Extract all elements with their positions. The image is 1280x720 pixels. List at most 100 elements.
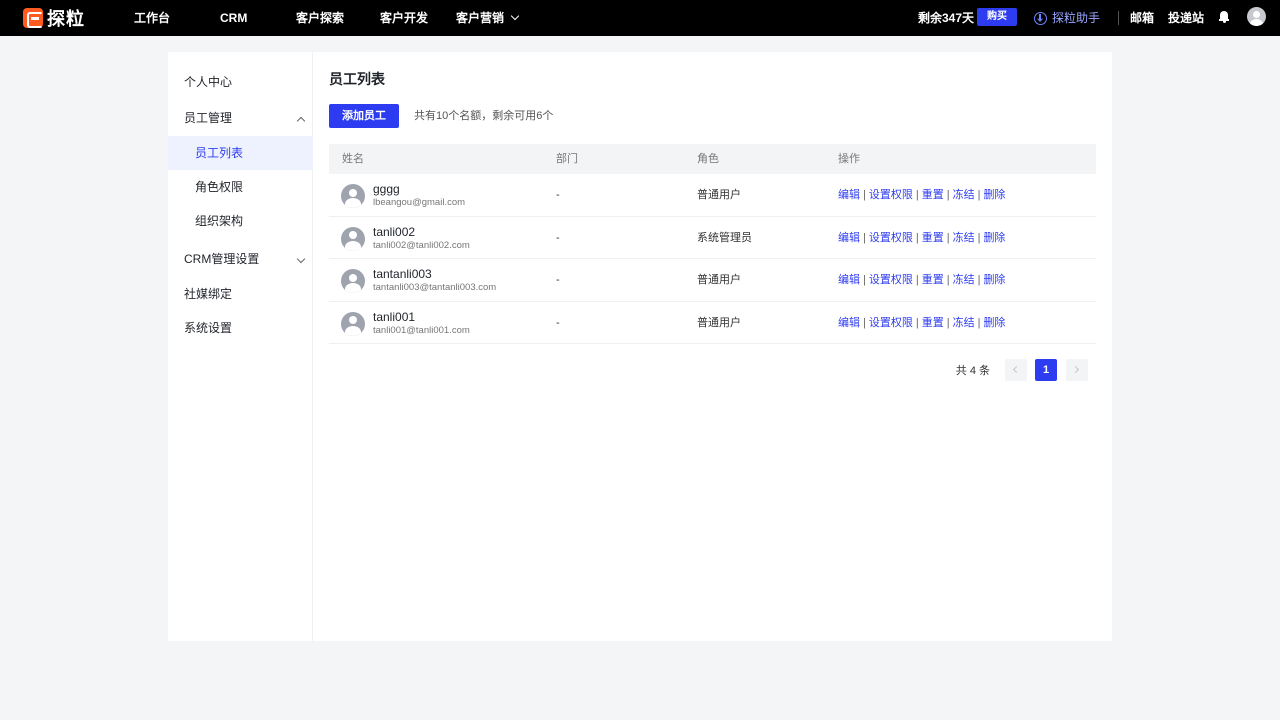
action-separator: | xyxy=(863,189,866,201)
delete-link[interactable]: 删除 xyxy=(983,317,1005,329)
quota-text: 共有10个名额，剩余可用6个 xyxy=(414,110,554,122)
table-row: gggg lbeangou@gmail.com - 普通用户 编辑 | 设置权限 | 重… xyxy=(329,174,1096,217)
sidebar-item-personal-center[interactable]: 个人中心 xyxy=(168,65,313,99)
brand-logo[interactable]: 探粒 xyxy=(23,7,85,29)
next-page-button[interactable] xyxy=(1066,359,1088,381)
row-actions: 编辑 | 设置权限 | 重置 | 冻结 | 删除 xyxy=(838,188,1005,202)
prev-page-button[interactable] xyxy=(1005,359,1027,381)
divider xyxy=(1118,11,1119,25)
nav-customer-explore[interactable]: 客户探索 xyxy=(296,10,344,26)
chevron-down-icon xyxy=(510,11,520,21)
download-icon xyxy=(1034,11,1047,25)
delete-link[interactable]: 删除 xyxy=(983,189,1005,201)
action-separator: | xyxy=(946,189,950,201)
delete-link[interactable]: 删除 xyxy=(983,274,1005,286)
buy-button[interactable]: 购买 xyxy=(977,8,1017,26)
action-separator: | xyxy=(977,316,981,329)
table-row: tantanli003 tantanli003@tantanli003.com … xyxy=(329,259,1096,302)
staff-department: - xyxy=(556,189,560,201)
action-separator: | xyxy=(977,189,981,201)
freeze-link[interactable]: 冻结 xyxy=(953,317,975,329)
nav-workbench[interactable]: 工作台 xyxy=(134,10,170,26)
total-count: 共 4 条 xyxy=(955,365,990,377)
action-separator: | xyxy=(946,316,950,329)
sidebar-item-staff-list[interactable]: 员工列表 xyxy=(168,136,313,170)
action-separator: | xyxy=(915,274,919,286)
sidebar-item-crm-settings[interactable]: CRM管理设置 xyxy=(168,242,313,276)
sidebar-item-org-structure[interactable]: 组织架构 xyxy=(168,204,313,238)
set-permissions-link[interactable]: 设置权限 xyxy=(869,274,913,286)
action-separator: | xyxy=(863,316,866,329)
row-actions: 编辑 | 设置权限 | 重置 | 冻结 | 删除 xyxy=(838,316,1005,330)
action-separator: | xyxy=(915,231,919,244)
nav-customer-develop[interactable]: 客户开发 xyxy=(380,10,428,26)
sidebar-item-label: 组织架构 xyxy=(195,214,244,228)
staff-department: - xyxy=(556,274,560,286)
add-staff-button[interactable]: 添加员工 xyxy=(329,104,399,128)
delete-link[interactable]: 删除 xyxy=(983,232,1005,244)
staff-email: tanli001@tanli001.com xyxy=(373,324,470,336)
staff-name: tanli001 xyxy=(373,309,416,324)
chevron-right-icon xyxy=(1071,365,1080,374)
pagination: 共 4 条 1 xyxy=(329,359,1096,383)
set-permissions-link[interactable]: 设置权限 xyxy=(869,232,913,244)
edit-link[interactable]: 编辑 xyxy=(838,274,860,286)
staff-email: tanli002@tanli002.com xyxy=(373,239,470,251)
edit-link[interactable]: 编辑 xyxy=(838,317,860,329)
top-navigation-bar: 探粒 工作台 CRM 客户探索 客户开发 客户营销 剩余347天 购买 探粒助手… xyxy=(0,0,1280,36)
staff-name: gggg xyxy=(373,182,400,196)
staff-email: tantanli003@tantanli003.com xyxy=(373,282,497,293)
sidebar-item-system-settings[interactable]: 系统设置 xyxy=(168,311,313,345)
staff-email: lbeangou@gmail.com xyxy=(373,197,466,208)
delivery-station-link[interactable]: 投递站 xyxy=(1168,10,1204,26)
subscription-remaining: 剩余347天 xyxy=(918,11,975,25)
staff-table: 姓名 部门 角色 操作 gggg lbeangou@gmail.com - 普通… xyxy=(329,144,1096,344)
reset-link[interactable]: 重置 xyxy=(922,189,944,201)
bell-icon[interactable] xyxy=(1219,11,1229,23)
page-title: 员工列表 xyxy=(329,71,385,87)
column-header-department: 部门 xyxy=(556,153,578,165)
staff-role: 系统管理员 xyxy=(697,231,752,244)
staff-name: tantanli003 xyxy=(373,267,432,281)
avatar xyxy=(341,269,365,293)
staff-department: - xyxy=(556,231,560,244)
set-permissions-link[interactable]: 设置权限 xyxy=(869,189,913,201)
freeze-link[interactable]: 冻结 xyxy=(953,232,975,244)
table-row: tanli001 tanli001@tanli001.com - 普通用户 编辑… xyxy=(329,302,1096,344)
column-header-actions: 操作 xyxy=(838,153,860,165)
assistant-label: 探粒助手 xyxy=(1052,11,1101,25)
row-actions: 编辑 | 设置权限 | 重置 | 冻结 | 删除 xyxy=(838,231,1005,245)
mailbox-link[interactable]: 邮箱 xyxy=(1130,10,1154,26)
reset-link[interactable]: 重置 xyxy=(922,232,944,244)
settings-panel: 个人中心 员工管理 员工列表 角色权限 组织架构 CRM管理设置 社媒绑定 系统… xyxy=(168,52,1112,641)
action-separator: | xyxy=(946,231,950,244)
sidebar-item-label: 员工列表 xyxy=(195,146,244,160)
freeze-link[interactable]: 冻结 xyxy=(953,189,975,201)
assistant-link[interactable]: 探粒助手 xyxy=(1034,10,1100,26)
user-avatar[interactable] xyxy=(1247,7,1266,26)
chevron-up-icon xyxy=(296,116,306,126)
sidebar-item-social-binding[interactable]: 社媒绑定 xyxy=(168,277,313,311)
chevron-down-icon xyxy=(296,254,306,264)
action-separator: | xyxy=(946,274,950,286)
freeze-link[interactable]: 冻结 xyxy=(953,274,975,286)
edit-link[interactable]: 编辑 xyxy=(838,232,860,244)
table-row: tanli002 tanli002@tanli002.com - 系统管理员 编… xyxy=(329,217,1096,259)
nav-crm[interactable]: CRM xyxy=(220,10,247,26)
sidebar-item-staff-management[interactable]: 员工管理 xyxy=(168,101,313,135)
settings-sidebar: 个人中心 员工管理 员工列表 角色权限 组织架构 CRM管理设置 社媒绑定 系统… xyxy=(168,52,313,641)
edit-link[interactable]: 编辑 xyxy=(838,189,860,201)
sidebar-item-label: CRM管理设置 xyxy=(184,252,260,266)
action-separator: | xyxy=(977,231,981,244)
reset-link[interactable]: 重置 xyxy=(922,317,944,329)
action-separator: | xyxy=(863,274,866,286)
page-button-current[interactable]: 1 xyxy=(1035,359,1057,381)
set-permissions-link[interactable]: 设置权限 xyxy=(869,317,913,329)
sidebar-item-role-permissions[interactable]: 角色权限 xyxy=(168,170,313,204)
avatar xyxy=(341,311,365,336)
nav-customer-marketing[interactable]: 客户营销 xyxy=(456,10,520,26)
staff-name: tanli002 xyxy=(373,224,416,239)
reset-link[interactable]: 重置 xyxy=(922,274,944,286)
avatar xyxy=(341,226,365,251)
sidebar-item-label: 系统设置 xyxy=(184,321,233,335)
